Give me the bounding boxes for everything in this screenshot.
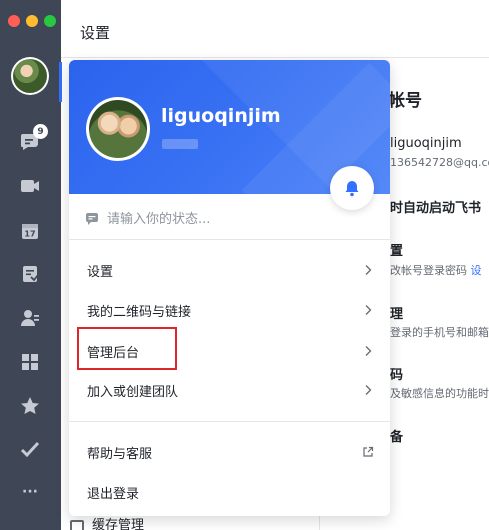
bell-icon bbox=[345, 181, 359, 197]
cache-icon bbox=[70, 519, 84, 530]
status-divider bbox=[69, 239, 390, 240]
status-placeholder: 请输入你的状态... bbox=[107, 212, 211, 227]
profile-avatar[interactable] bbox=[86, 97, 150, 161]
status-message-icon bbox=[86, 212, 98, 225]
menu-item-label: 设置 bbox=[87, 264, 114, 280]
window-minimize-button[interactable] bbox=[26, 15, 38, 27]
profile-username: liguoqinjim bbox=[161, 105, 281, 127]
account-email: 136542728@qq.com bbox=[390, 156, 489, 169]
left-sidebar: 9 17 ··· bbox=[0, 0, 62, 530]
calendar-day-label: 17 bbox=[24, 230, 35, 239]
apps-icon[interactable] bbox=[18, 350, 42, 374]
profile-subtitle-blurred bbox=[162, 139, 198, 149]
calendar-icon[interactable]: 17 bbox=[18, 219, 42, 243]
chevron-right-icon bbox=[365, 305, 372, 315]
tasks-icon[interactable] bbox=[18, 437, 42, 461]
security-code-desc: 及敏感信息的功能时 bbox=[390, 387, 489, 400]
menu-item-label: 帮助与客服 bbox=[87, 446, 153, 462]
chevron-right-icon bbox=[365, 346, 372, 356]
login-manage-desc: 登录的手机号和邮箱 bbox=[390, 326, 489, 339]
menu-item-settings[interactable]: 设置 bbox=[69, 250, 390, 290]
chevron-right-icon bbox=[365, 385, 372, 395]
device-title: 备 bbox=[390, 430, 404, 445]
cache-manage-item[interactable]: 缓存管理 bbox=[70, 514, 144, 530]
window-zoom-button[interactable] bbox=[44, 15, 56, 27]
security-code-title: 码 bbox=[390, 368, 404, 383]
admin-highlight-box bbox=[77, 327, 177, 370]
window-close-button[interactable] bbox=[8, 15, 20, 27]
contacts-icon[interactable] bbox=[18, 306, 42, 330]
video-icon[interactable] bbox=[18, 174, 42, 198]
login-manage-title: 理 bbox=[390, 307, 404, 322]
password-setting-link[interactable]: 设 bbox=[471, 264, 482, 277]
menu-divider bbox=[69, 421, 390, 422]
menu-item-qrcode[interactable]: 我的二维码与链接 bbox=[69, 290, 390, 330]
account-name: liguoqinjim bbox=[390, 136, 462, 151]
menu-item-help[interactable]: 帮助与客服 bbox=[69, 432, 390, 472]
menu-item-logout[interactable]: 退出登录 bbox=[69, 472, 390, 512]
status-input[interactable]: 请输入你的状态... bbox=[85, 208, 210, 227]
active-indicator bbox=[59, 62, 62, 102]
profile-card: liguoqinjim 请输入你的状态... 设置 我的二维码与链接 管理后台 … bbox=[69, 60, 390, 516]
external-link-icon bbox=[363, 446, 374, 457]
menu-item-label: 退出登录 bbox=[87, 486, 140, 502]
password-setting-desc: 改帐号登录密码 设 bbox=[390, 264, 482, 277]
password-setting-title: 置 bbox=[390, 244, 404, 259]
header-divider bbox=[61, 57, 489, 58]
more-icon[interactable]: ··· bbox=[18, 480, 42, 504]
favorites-icon[interactable] bbox=[18, 394, 42, 418]
page-title: 设置 bbox=[80, 24, 111, 42]
menu-item-label: 我的二维码与链接 bbox=[87, 304, 192, 320]
menu-item-team[interactable]: 加入或创建团队 bbox=[69, 370, 390, 410]
docs-icon[interactable] bbox=[18, 262, 42, 286]
menu-item-label: 加入或创建团队 bbox=[87, 384, 179, 400]
account-heading: 帐号 bbox=[388, 91, 422, 111]
autostart-setting[interactable]: 时自动启动飞书 bbox=[390, 197, 481, 216]
unread-badge: 9 bbox=[33, 124, 48, 139]
chevron-right-icon bbox=[365, 265, 372, 275]
notification-button[interactable] bbox=[330, 166, 374, 210]
sidebar-avatar[interactable] bbox=[11, 57, 49, 95]
cache-manage-label: 缓存管理 bbox=[92, 518, 145, 530]
